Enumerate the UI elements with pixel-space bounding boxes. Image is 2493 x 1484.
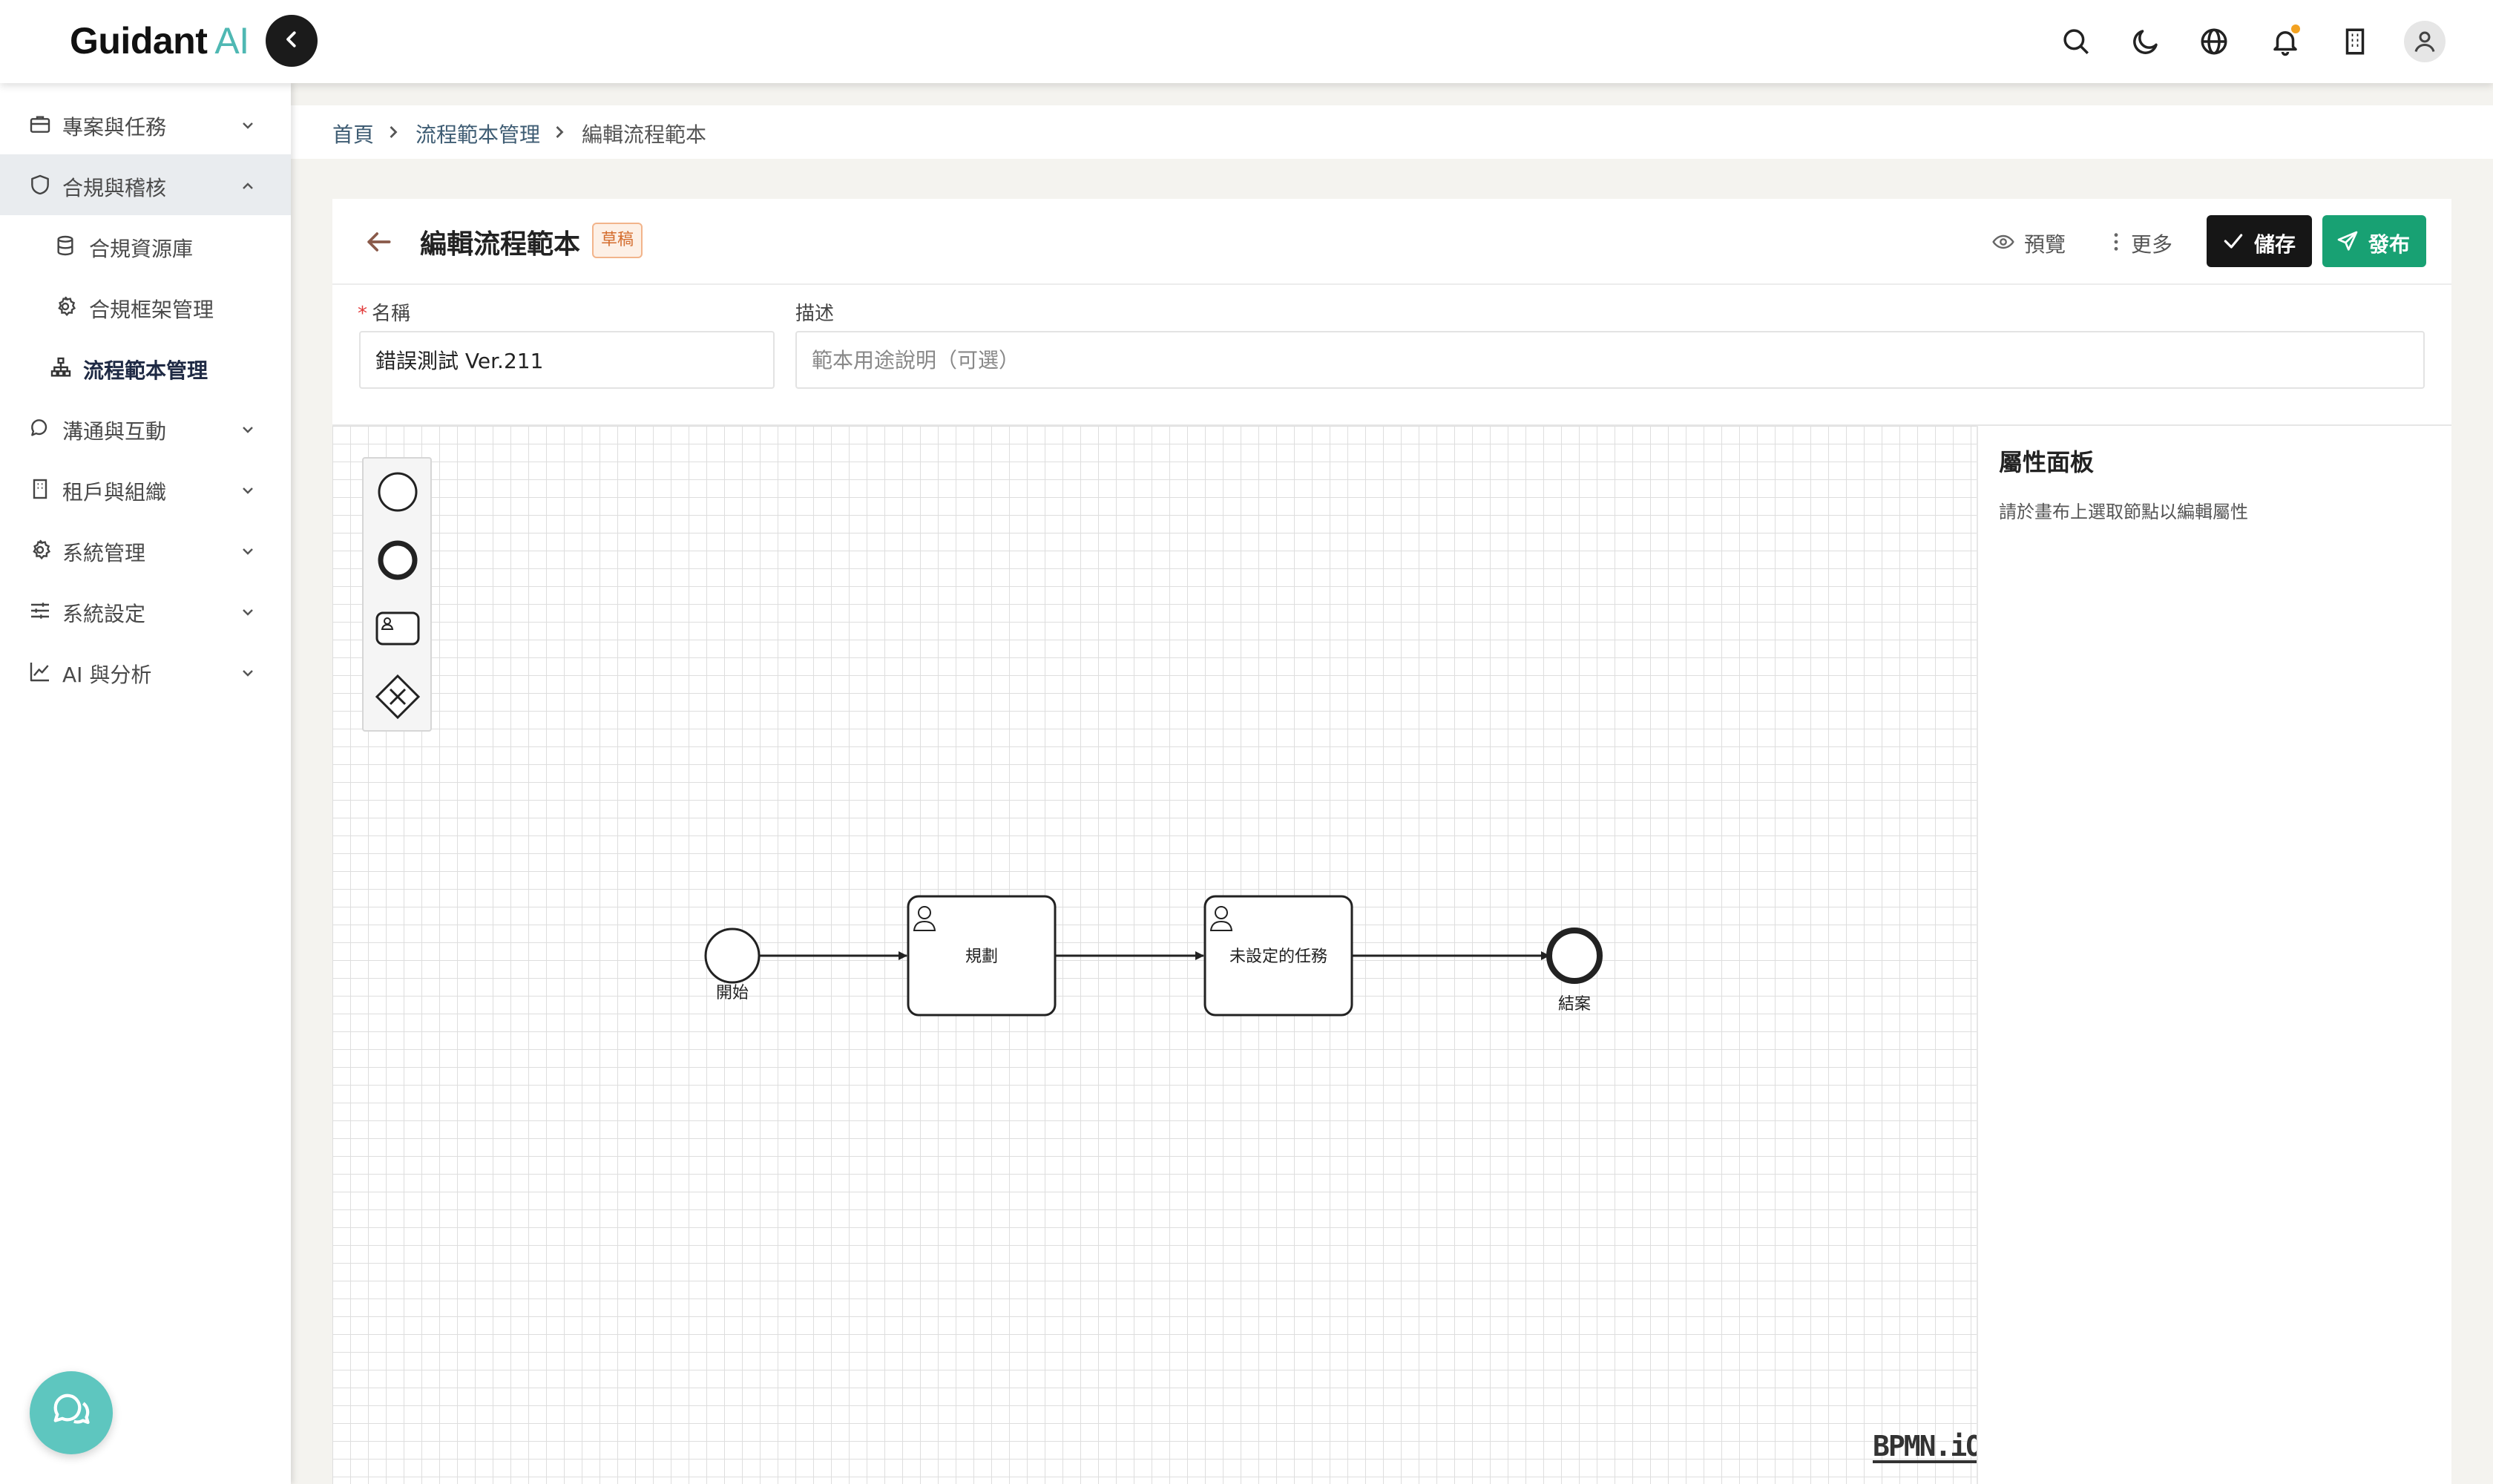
editor-card: 編輯流程範本 草稿 預覽 更多 儲存 發布 *名稱 描述: [332, 199, 2451, 1484]
chevron-down-icon: [239, 115, 257, 133]
status-badge: 草稿: [592, 223, 643, 258]
breadcrumb-current: 編輯流程範本: [582, 122, 707, 147]
publish-label: 發布: [2368, 232, 2411, 257]
sidebar-item-label: 系統管理: [62, 541, 146, 565]
sidebar-item-process-templates[interactable]: 流程範本管理: [0, 337, 291, 398]
preview-button[interactable]: 預覽: [1991, 226, 2073, 260]
search-icon[interactable]: [2055, 21, 2097, 62]
description-input[interactable]: [795, 331, 2425, 389]
database-icon: [53, 234, 77, 257]
editor-header: 編輯流程範本 草稿 預覽 更多 儲存 發布: [332, 199, 2451, 285]
task-unassigned-label: 未設定的任務: [1229, 948, 1327, 966]
breadcrumb: 首頁 流程範本管理 編輯流程範本: [291, 105, 2493, 159]
bell-icon[interactable]: [2264, 21, 2306, 62]
bpmn-io-watermark[interactable]: BPMN.iO: [1873, 1432, 1977, 1463]
top-header: Guidant AI: [0, 0, 2493, 83]
logo-text: Guidant: [70, 20, 208, 62]
task-planning-label: 規劃: [965, 948, 998, 966]
chevron-down-icon: [239, 663, 257, 680]
required-asterisk: *: [358, 303, 367, 325]
sidebar-item-ai-analytics[interactable]: AI 與分析: [0, 641, 291, 702]
preview-label: 預覽: [2024, 232, 2066, 257]
name-label-text: 名稱: [372, 303, 411, 325]
sidebar-item-label: 溝通與互動: [62, 419, 167, 444]
chat-bubbles-icon: [49, 1389, 93, 1437]
sidebar-item-projects[interactable]: 專案與任務: [0, 93, 291, 154]
breadcrumb-home[interactable]: 首頁: [332, 119, 374, 148]
gear-icon: [53, 295, 77, 318]
eye-icon: [1991, 230, 2015, 254]
send-icon: [2336, 229, 2359, 253]
page-title: 編輯流程範本: [420, 229, 581, 260]
sidebar-collapse-button[interactable]: [266, 15, 318, 67]
gear-icon: [28, 538, 52, 562]
sidebar-item-label: 合規與稽核: [62, 176, 167, 200]
sidebar-item-label: 合規資源庫: [89, 237, 194, 261]
back-arrow-icon[interactable]: [362, 226, 395, 258]
moon-icon[interactable]: [2125, 21, 2167, 62]
bpmn-canvas[interactable]: 開始 規劃 未設定的任務 結案 BPMN.iO: [332, 424, 1978, 1484]
bpmn-diagram: 開始 規劃 未設定的任務 結案: [704, 895, 1603, 1017]
start-event[interactable]: [704, 928, 761, 984]
more-button[interactable]: 更多: [2104, 226, 2178, 260]
name-input[interactable]: [359, 331, 775, 389]
sitemap-icon: [49, 355, 73, 379]
sidebar-item-system-admin[interactable]: 系統管理: [0, 519, 291, 580]
name-field-label: * 名稱: [358, 298, 410, 326]
properties-panel: 屬性面板 請於畫布上選取節點以編輯屬性: [1978, 424, 2451, 1484]
chevron-down-icon: [239, 602, 257, 620]
sliders-icon: [28, 599, 52, 623]
chevron-right-icon: [549, 122, 570, 142]
more-vertical-icon: [2104, 230, 2128, 254]
sidebar-item-system-settings[interactable]: 系統設定: [0, 580, 291, 641]
building-icon: [28, 477, 52, 501]
sidebar-item-compliance-frameworks[interactable]: 合規框架管理: [0, 276, 291, 337]
chevron-up-icon: [239, 176, 257, 194]
logo-accent-text: AI: [214, 20, 249, 62]
chevron-right-icon: [383, 122, 404, 142]
building-icon[interactable]: [2334, 21, 2376, 62]
sidebar-item-label: 流程範本管理: [83, 358, 208, 383]
end-event[interactable]: [1546, 928, 1603, 984]
properties-panel-title: 屬性面板: [1999, 448, 2095, 476]
start-event-label: 開始: [716, 984, 749, 1002]
breadcrumb-process-templates[interactable]: 流程範本管理: [416, 119, 540, 148]
sidebar-item-label: 合規框架管理: [89, 298, 214, 322]
app-logo[interactable]: Guidant AI: [70, 19, 249, 62]
end-event-label: 結案: [1558, 995, 1591, 1014]
save-button[interactable]: 儲存: [2207, 215, 2312, 267]
sidebar-item-compliance[interactable]: 合規與稽核: [0, 154, 291, 215]
sidebar-item-tenants[interactable]: 租戶與組織: [0, 459, 291, 519]
save-label: 儲存: [2254, 232, 2296, 257]
properties-panel-hint: 請於畫布上選取節點以編輯屬性: [1999, 502, 2248, 522]
notification-dot: [2291, 24, 2300, 33]
sidebar-item-communication[interactable]: 溝通與互動: [0, 398, 291, 459]
chevron-down-icon: [239, 480, 257, 498]
globe-icon[interactable]: [2193, 21, 2235, 62]
chat-icon: [28, 416, 52, 440]
shield-icon: [28, 173, 52, 197]
sidebar-item-label: AI 與分析: [62, 663, 152, 687]
check-icon: [2221, 229, 2245, 253]
sidebar: 專案與任務 合規與稽核 合規資源庫 合規框架管理 流程範本管理 溝通與互動 租戶…: [0, 83, 291, 1484]
sidebar-item-label: 專案與任務: [62, 115, 167, 139]
chat-assistant-button[interactable]: [30, 1371, 113, 1454]
user-avatar[interactable]: [2404, 21, 2446, 62]
description-field-label: 描述: [795, 303, 835, 325]
more-label: 更多: [2131, 232, 2173, 257]
chart-icon: [28, 660, 52, 683]
publish-button[interactable]: 發布: [2322, 215, 2426, 267]
sidebar-item-compliance-library[interactable]: 合規資源庫: [0, 215, 291, 276]
chevron-left-icon: [280, 28, 303, 53]
sidebar-item-label: 租戶與組織: [62, 480, 167, 505]
chevron-down-icon: [239, 419, 257, 437]
chevron-down-icon: [239, 541, 257, 559]
sidebar-item-label: 系統設定: [62, 602, 146, 626]
briefcase-icon: [28, 112, 52, 136]
